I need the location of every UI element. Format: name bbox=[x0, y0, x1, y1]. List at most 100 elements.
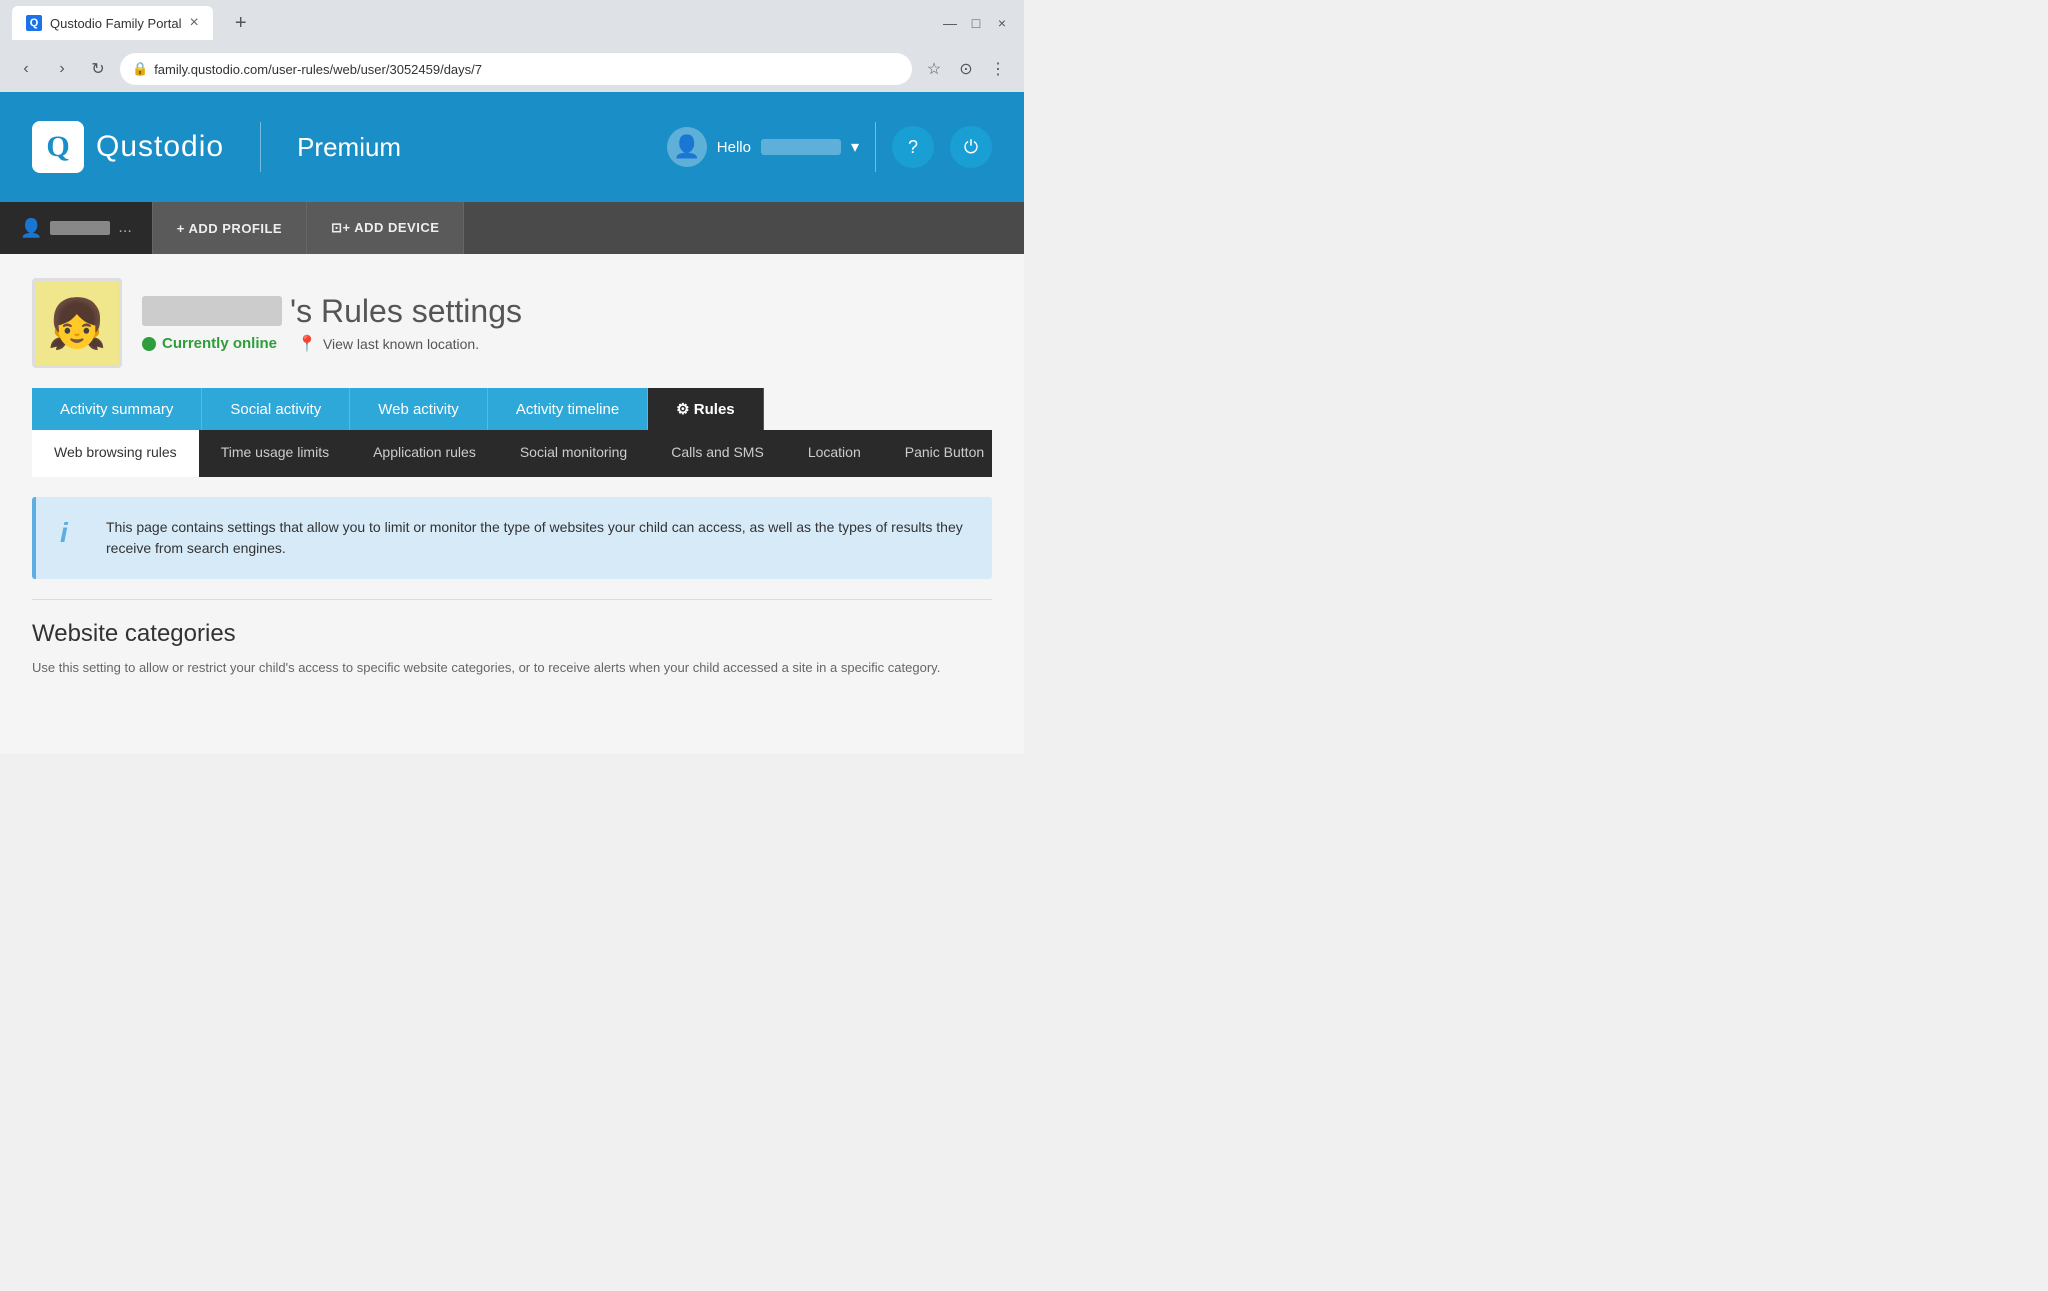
online-status-text: Currently online bbox=[162, 335, 277, 352]
tab-social-activity[interactable]: Social activity bbox=[202, 388, 350, 430]
add-device-label: ⊡+ ADD DEVICE bbox=[331, 220, 439, 236]
tab-activity-timeline[interactable]: Activity timeline bbox=[488, 388, 648, 430]
add-device-button[interactable]: ⊡+ ADD DEVICE bbox=[307, 202, 464, 254]
info-icon: i bbox=[60, 517, 90, 559]
sub-tab-panic-button[interactable]: Panic Button bbox=[883, 430, 1006, 477]
panic-button-label: Panic Button bbox=[905, 444, 984, 460]
child-name-row: 's Rules settings bbox=[142, 293, 522, 330]
sub-tab-calls-sms[interactable]: Calls and SMS bbox=[649, 430, 786, 477]
activity-timeline-label: Activity timeline bbox=[516, 401, 619, 418]
website-categories-desc: Use this setting to allow or restrict yo… bbox=[32, 658, 992, 678]
sub-tab-time-usage[interactable]: Time usage limits bbox=[199, 430, 351, 477]
website-categories-title: Website categories bbox=[32, 620, 992, 648]
child-name-blurred bbox=[142, 296, 282, 326]
logo-q-letter: Q bbox=[46, 130, 69, 164]
chevron-down-icon: ▾ bbox=[851, 137, 859, 157]
browser-chrome: Q Qustodio Family Portal × + — □ × ‹ › ↻… bbox=[0, 0, 1024, 92]
social-monitoring-label: Social monitoring bbox=[520, 444, 627, 460]
profile-bar: 👤 ... + ADD PROFILE ⊡+ ADD DEVICE bbox=[0, 202, 1024, 254]
sub-tab-web-browsing[interactable]: Web browsing rules bbox=[32, 430, 199, 477]
tab-title: Qustodio Family Portal bbox=[50, 16, 182, 31]
address-text: family.qustodio.com/user-rules/web/user/… bbox=[154, 62, 900, 77]
profile-icon: 👤 bbox=[20, 218, 42, 239]
child-avatar-emoji: 👧 bbox=[47, 295, 107, 352]
tab-favicon-letter: Q bbox=[30, 17, 39, 29]
section-divider bbox=[32, 599, 992, 600]
logo-area: Q Qustodio Premium bbox=[32, 121, 401, 173]
tab-web-activity[interactable]: Web activity bbox=[350, 388, 488, 430]
bookmark-button[interactable]: ☆ bbox=[920, 55, 948, 83]
forward-icon: › bbox=[59, 60, 64, 78]
header-right: 👤 Hello ▾ ? ⏻ bbox=[667, 122, 992, 172]
account-button[interactable]: ⊙ bbox=[952, 55, 980, 83]
rules-label: ⚙ Rules bbox=[676, 400, 734, 418]
location-link[interactable]: 📍 View last known location. bbox=[297, 334, 479, 354]
forward-button[interactable]: › bbox=[48, 55, 76, 83]
pin-icon: 📍 bbox=[297, 334, 317, 354]
tab-activity-summary[interactable]: Activity summary bbox=[32, 388, 202, 430]
tab-close-button[interactable]: × bbox=[190, 14, 199, 32]
premium-label: Premium bbox=[297, 132, 401, 163]
power-button[interactable]: ⏻ bbox=[950, 126, 992, 168]
close-window-button[interactable]: × bbox=[992, 13, 1012, 33]
location-label: Location bbox=[808, 444, 861, 460]
user-avatar: 👤 bbox=[667, 127, 707, 167]
address-bar[interactable]: 🔒 family.qustodio.com/user-rules/web/use… bbox=[120, 53, 912, 85]
back-button[interactable]: ‹ bbox=[12, 55, 40, 83]
application-rules-label: Application rules bbox=[373, 444, 476, 460]
username-blurred bbox=[761, 139, 841, 155]
child-header: 👧 's Rules settings Currently online 📍 V… bbox=[32, 278, 992, 368]
user-info[interactable]: 👤 Hello ▾ bbox=[667, 127, 859, 167]
scroll-area: Website categories Use this setting to a… bbox=[32, 620, 992, 678]
web-browsing-rules-label: Web browsing rules bbox=[54, 444, 177, 460]
info-box: i This page contains settings that allow… bbox=[32, 497, 992, 579]
new-tab-button[interactable]: + bbox=[227, 12, 255, 35]
help-icon: ? bbox=[908, 137, 918, 158]
back-icon: ‹ bbox=[23, 60, 28, 78]
window-controls: — □ × bbox=[940, 13, 1012, 33]
logo-divider bbox=[260, 122, 261, 172]
account-icon: ⊙ bbox=[959, 59, 972, 79]
logo-name: Qustodio bbox=[96, 130, 224, 164]
app-header: Q Qustodio Premium 👤 Hello ▾ ? ⏻ bbox=[0, 92, 1024, 202]
online-dot bbox=[142, 337, 156, 351]
browser-titlebar: Q Qustodio Family Portal × + — □ × bbox=[0, 0, 1024, 46]
profile-name-blurred bbox=[50, 221, 110, 235]
browser-tab[interactable]: Q Qustodio Family Portal × bbox=[12, 6, 213, 40]
browser-menu-icon: ⋮ bbox=[990, 59, 1006, 79]
profile-ellipsis: ... bbox=[118, 219, 131, 237]
sub-tab-location[interactable]: Location bbox=[786, 430, 883, 477]
sub-tab-application[interactable]: Application rules bbox=[351, 430, 498, 477]
minimize-button[interactable]: — bbox=[940, 13, 960, 33]
online-status: Currently online bbox=[142, 335, 277, 352]
child-info: 's Rules settings Currently online 📍 Vie… bbox=[142, 293, 522, 354]
add-profile-button[interactable]: + ADD PROFILE bbox=[153, 202, 307, 254]
info-text: This page contains settings that allow y… bbox=[106, 517, 968, 559]
calls-sms-label: Calls and SMS bbox=[671, 444, 764, 460]
browser-toolbar-right: ☆ ⊙ ⋮ bbox=[920, 55, 1012, 83]
tab-favicon: Q bbox=[26, 15, 42, 31]
refresh-button[interactable]: ↻ bbox=[84, 55, 112, 83]
social-activity-label: Social activity bbox=[230, 401, 321, 418]
rules-title-text: 's Rules settings bbox=[290, 293, 522, 330]
lock-icon: 🔒 bbox=[132, 61, 148, 77]
maximize-button[interactable]: □ bbox=[966, 13, 986, 33]
web-activity-label: Web activity bbox=[378, 401, 459, 418]
status-row: Currently online 📍 View last known locat… bbox=[142, 334, 522, 354]
bookmark-icon: ☆ bbox=[927, 59, 941, 79]
main-content: 👧 's Rules settings Currently online 📍 V… bbox=[0, 254, 1024, 754]
refresh-icon: ↻ bbox=[91, 59, 104, 79]
location-link-text: View last known location. bbox=[323, 336, 479, 352]
main-nav-tabs: Activity summary Social activity Web act… bbox=[32, 388, 992, 430]
browser-menu-button[interactable]: ⋮ bbox=[984, 55, 1012, 83]
time-usage-limits-label: Time usage limits bbox=[221, 444, 329, 460]
sub-tab-social-monitoring[interactable]: Social monitoring bbox=[498, 430, 649, 477]
child-avatar: 👧 bbox=[32, 278, 122, 368]
header-divider bbox=[875, 122, 876, 172]
tab-rules[interactable]: ⚙ Rules bbox=[648, 388, 763, 430]
address-bar-row: ‹ › ↻ 🔒 family.qustodio.com/user-rules/w… bbox=[0, 46, 1024, 92]
help-button[interactable]: ? bbox=[892, 126, 934, 168]
activity-summary-label: Activity summary bbox=[60, 401, 173, 418]
hello-text: Hello bbox=[717, 139, 751, 156]
profile-tab[interactable]: 👤 ... bbox=[0, 202, 153, 254]
